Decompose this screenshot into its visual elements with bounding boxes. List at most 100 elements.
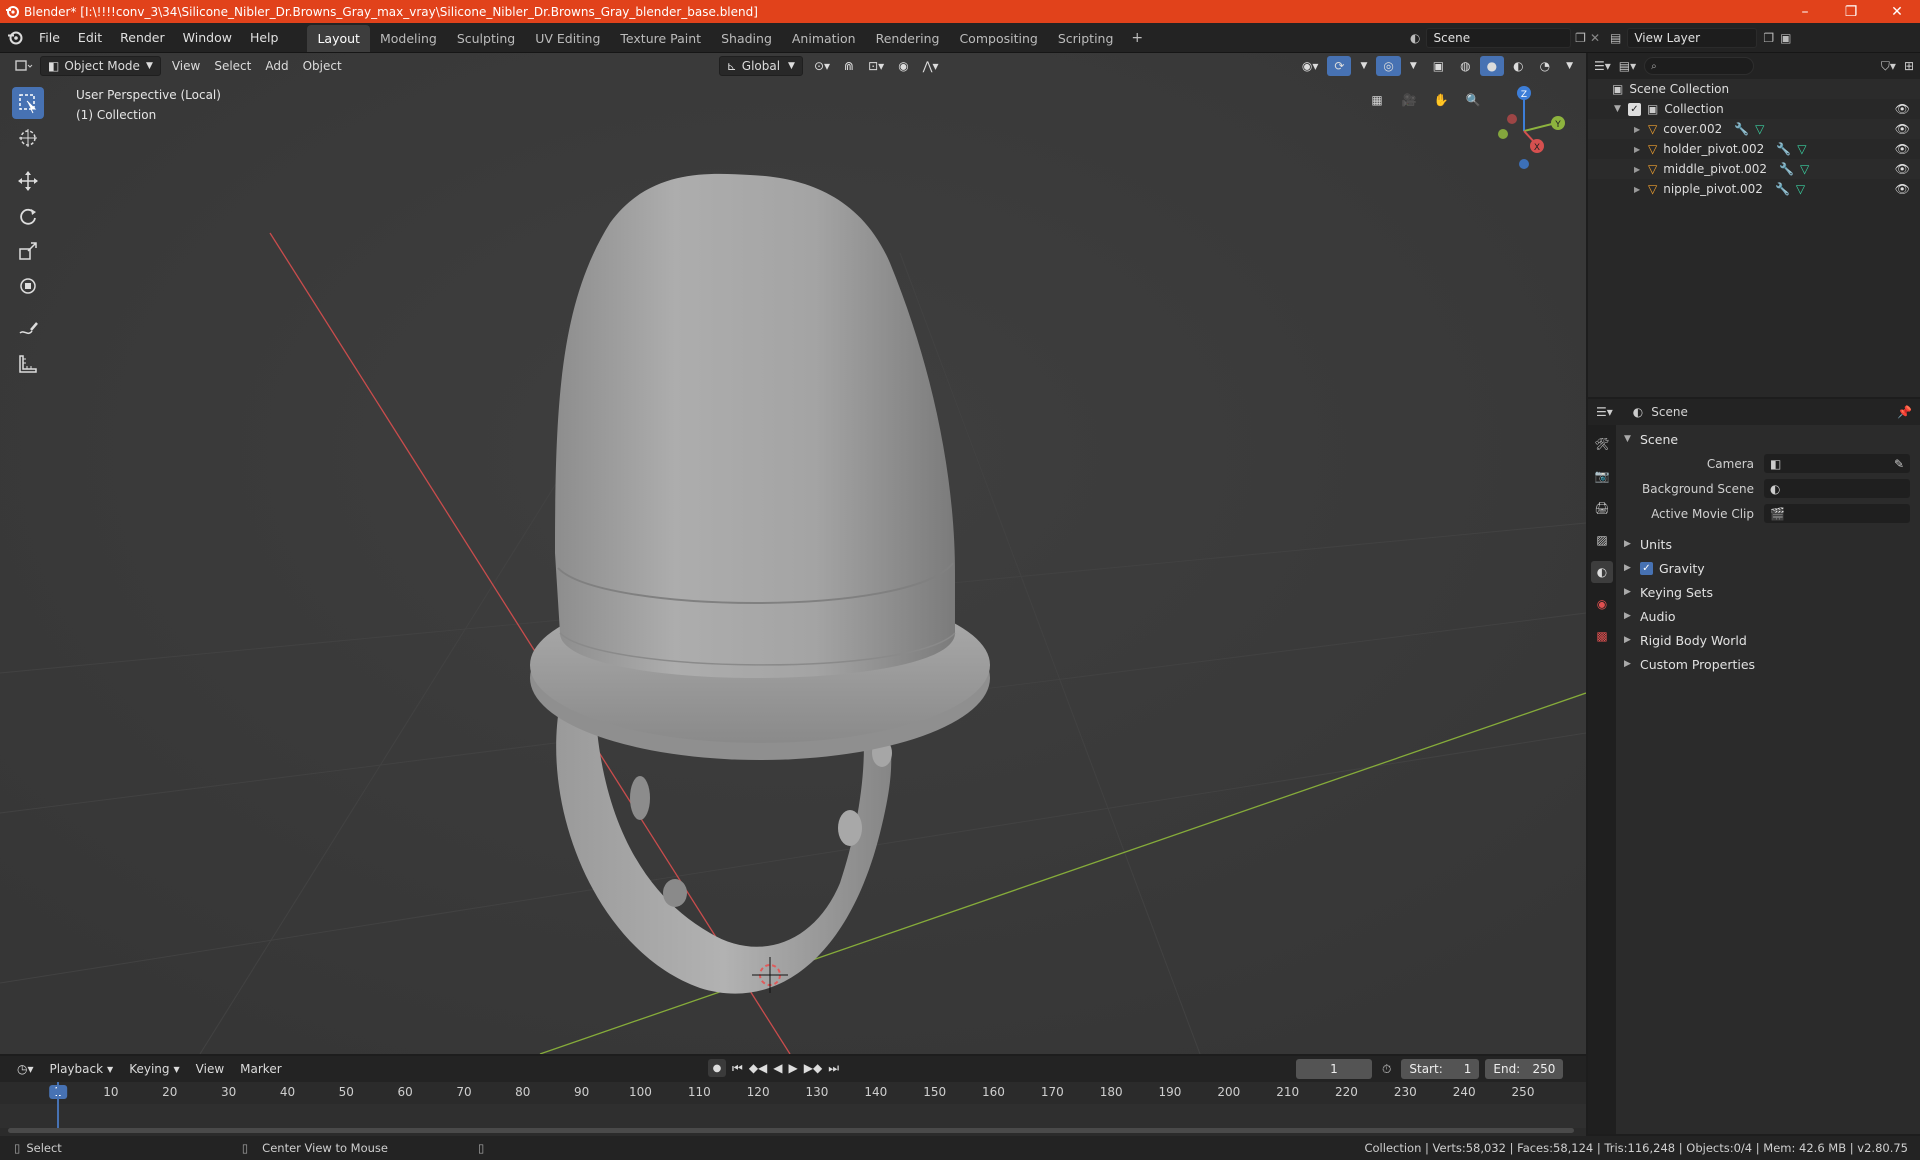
stopwatch-icon[interactable]: ⏱ xyxy=(1382,1062,1391,1077)
new-collection-icon[interactable]: ⊞ xyxy=(1904,59,1914,73)
material-shading-button[interactable]: ◐ xyxy=(1506,56,1530,76)
view-layer-selector[interactable]: ▤ View Layer ❐ ▣ xyxy=(1610,27,1910,48)
scene-selector[interactable]: ◐ Scene ❐ ✕ xyxy=(1410,27,1600,48)
outliner-search-input[interactable]: ⌕ xyxy=(1644,57,1755,75)
add-workspace-button[interactable]: + xyxy=(1123,24,1151,52)
filter-icon[interactable]: ⛉▾ xyxy=(1881,59,1896,74)
snap-toggle[interactable]: ⋒ xyxy=(837,56,861,76)
select-box-tool[interactable] xyxy=(12,87,44,119)
eyedropper-icon[interactable]: ✎ xyxy=(1894,457,1904,471)
close-button[interactable]: ✕ xyxy=(1874,4,1920,20)
editor-type-button[interactable]: ◷▾ xyxy=(10,1059,41,1079)
panel-gravity-header[interactable]: ▶ ✓ Gravity xyxy=(1618,556,1916,580)
duplicate-scene-icon[interactable]: ❐ xyxy=(1575,31,1586,45)
duplicate-view-layer-icon[interactable]: ❐ xyxy=(1763,31,1774,45)
panel-scene-header[interactable]: ▼ Scene xyxy=(1618,427,1916,451)
annotate-tool[interactable] xyxy=(12,313,44,345)
editor-type-icon[interactable]: ☰▾ xyxy=(1594,59,1611,73)
falloff-button[interactable]: ⋀▾ xyxy=(916,56,946,76)
navigation-gizmo[interactable]: Z Y X xyxy=(1474,81,1574,181)
delete-view-layer-icon[interactable]: ▣ xyxy=(1780,31,1791,45)
neg-y-handle[interactable] xyxy=(1498,129,1508,139)
collection-row[interactable]: ▼ ✓ ▣ Collection 👁 xyxy=(1588,99,1920,119)
cursor-tool[interactable] xyxy=(12,122,44,154)
tab-render[interactable]: 📷 xyxy=(1591,465,1613,487)
timeline-menu-marker[interactable]: Marker xyxy=(233,1059,288,1079)
tab-texture[interactable]: ▩ xyxy=(1591,625,1613,647)
3d-viewport[interactable]: ◧ Object Mode ▼ View Select Add Object ⊾… xyxy=(0,53,1586,1054)
viewport-menu-view[interactable]: View xyxy=(165,56,207,76)
eye-icon[interactable]: 👁 xyxy=(1895,182,1910,196)
pivot-point-button[interactable]: ⊙▾ xyxy=(807,56,837,76)
pan-view-button[interactable]: ✋ xyxy=(1428,87,1454,113)
neg-z-handle[interactable] xyxy=(1519,159,1529,169)
outliner-object-row[interactable]: ▶ ▽ cover.002 🔧 ▽ 👁 xyxy=(1588,119,1920,139)
panel-units-header[interactable]: ▶ Units xyxy=(1618,532,1916,556)
panel-audio-header[interactable]: ▶ Audio xyxy=(1618,604,1916,628)
eye-icon[interactable]: 👁 xyxy=(1895,142,1910,156)
tab-texture-paint[interactable]: Texture Paint xyxy=(610,25,711,52)
scene-collection-row[interactable]: ▣ Scene Collection xyxy=(1588,79,1920,99)
collapse-icon[interactable]: ▼ xyxy=(1614,104,1628,114)
display-mode-icon[interactable]: ▤▾ xyxy=(1619,59,1636,73)
tab-shading[interactable]: Shading xyxy=(711,25,782,52)
expand-icon[interactable]: ▶ xyxy=(1634,125,1648,134)
panel-keying-sets-header[interactable]: ▶ Keying Sets xyxy=(1618,580,1916,604)
delete-scene-icon[interactable]: ✕ xyxy=(1590,31,1600,45)
shading-dropdown[interactable]: ▼ xyxy=(1559,56,1580,76)
eye-icon[interactable]: 👁 xyxy=(1895,162,1910,176)
visibility-button[interactable]: ◉▾ xyxy=(1295,56,1326,76)
tab-rendering[interactable]: Rendering xyxy=(866,25,950,52)
tab-view-layer[interactable]: ▨ xyxy=(1591,529,1613,551)
transform-tool[interactable] xyxy=(12,270,44,302)
tab-scene[interactable]: ◐ xyxy=(1591,561,1613,583)
measure-tool[interactable] xyxy=(12,348,44,380)
viewport-menu-select[interactable]: Select xyxy=(207,56,258,76)
expand-icon[interactable]: ▶ xyxy=(1634,185,1648,194)
viewport-menu-object[interactable]: Object xyxy=(296,56,349,76)
toggle-grid-view-button[interactable]: ▦ xyxy=(1364,87,1390,113)
timeline-menu-keying[interactable]: Keying ▼ xyxy=(122,1059,186,1079)
gizmo-toggle[interactable]: ⟳ xyxy=(1327,56,1352,76)
jump-start-button[interactable]: ⏮ xyxy=(732,1061,743,1076)
timeline-scrollbar[interactable] xyxy=(8,1128,1574,1133)
jump-end-button[interactable]: ⏭ xyxy=(828,1061,839,1076)
timeline-menu-view[interactable]: View xyxy=(189,1059,231,1079)
tab-uv-editing[interactable]: UV Editing xyxy=(525,25,610,52)
editor-type-icon[interactable]: ☰▾ xyxy=(1596,405,1613,419)
start-frame-field[interactable]: Start: 1 xyxy=(1401,1059,1480,1079)
minimize-button[interactable]: – xyxy=(1782,4,1828,20)
outliner-object-row[interactable]: ▶ ▽ nipple_pivot.002 🔧 ▽ 👁 xyxy=(1588,179,1920,199)
blender-menu-icon[interactable] xyxy=(0,30,30,46)
tab-layout[interactable]: Layout xyxy=(307,25,370,52)
frame-ruler[interactable]: 1102030405060708090100110120130140150160… xyxy=(0,1082,1586,1104)
neg-x-handle[interactable] xyxy=(1507,114,1517,124)
rotate-tool[interactable] xyxy=(12,200,44,232)
scene-name-field[interactable]: Scene xyxy=(1426,27,1572,48)
timeline-menu-playback[interactable]: Playback ▼ xyxy=(43,1059,121,1079)
eye-icon[interactable]: 👁 xyxy=(1895,122,1910,136)
pin-icon[interactable]: 📌 xyxy=(1897,405,1912,419)
active-movie-clip-field[interactable]: 🎬 xyxy=(1764,504,1910,523)
menu-file[interactable]: File xyxy=(30,30,69,45)
object-mode-dropdown[interactable]: ◧ Object Mode ▼ xyxy=(40,56,161,76)
playhead[interactable] xyxy=(57,1082,59,1130)
menu-edit[interactable]: Edit xyxy=(69,30,111,45)
outliner-object-row[interactable]: ▶ ▽ holder_pivot.002 🔧 ▽ 👁 xyxy=(1588,139,1920,159)
tab-sculpting[interactable]: Sculpting xyxy=(447,25,525,52)
play-reverse-button[interactable]: ◀ xyxy=(773,1061,782,1075)
transform-orientation-dropdown[interactable]: ⊾ Global ▼ xyxy=(718,56,803,76)
proportional-edit-toggle[interactable]: ◉ xyxy=(891,56,915,76)
tab-tool[interactable]: 🛠 xyxy=(1591,433,1613,455)
expand-icon[interactable]: ▶ xyxy=(1634,165,1648,174)
menu-window[interactable]: Window xyxy=(174,30,241,45)
view-layer-field[interactable]: View Layer xyxy=(1627,27,1758,48)
wireframe-shading-button[interactable]: ◍ xyxy=(1453,56,1477,76)
collection-checkbox[interactable]: ✓ xyxy=(1628,102,1641,116)
timeline-keyframe-area[interactable] xyxy=(0,1104,1586,1128)
tab-output[interactable]: 🖨 xyxy=(1591,497,1613,519)
gizmo-dropdown[interactable]: ▼ xyxy=(1353,56,1374,76)
menu-render[interactable]: Render xyxy=(111,30,174,45)
overlay-toggle[interactable]: ◎ xyxy=(1376,56,1401,76)
tab-scripting[interactable]: Scripting xyxy=(1048,25,1124,52)
